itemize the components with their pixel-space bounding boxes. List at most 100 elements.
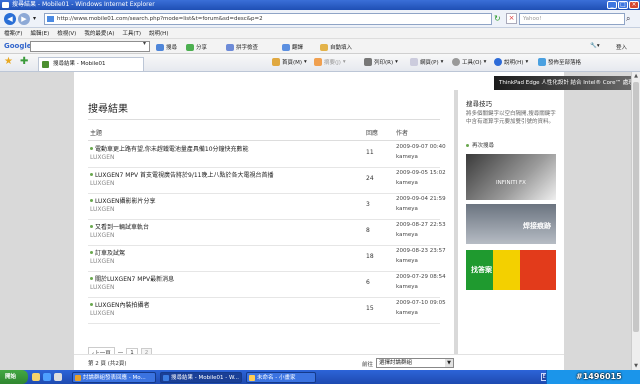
add-favorite-icon[interactable]: ✚ — [20, 56, 28, 68]
topic-link[interactable]: 電動車更上路有望,你未趕鐵電池量產具備10分鐘快充數能 — [95, 144, 249, 153]
printer-icon — [364, 58, 372, 66]
sidebar-heading: 搜尋技巧 — [466, 100, 492, 108]
menu-item[interactable]: 我的最愛(A) — [84, 29, 114, 37]
scrollbar-thumb[interactable] — [633, 82, 639, 332]
divider — [88, 119, 440, 120]
scroll-up-icon[interactable]: ▲ — [632, 72, 640, 80]
topic-link[interactable]: LUXGEN內裝拍攝者 — [95, 300, 149, 309]
tab-label: 搜尋結果 - Mobile01 — [53, 61, 106, 67]
menu-item[interactable]: 檔案(F) — [4, 29, 22, 37]
toolbar-item-label: 自動填入 — [330, 45, 353, 51]
infiniti-ad[interactable]: INFINITI FX — [466, 154, 556, 200]
home-button[interactable]: 首頁(M) ▾ — [272, 58, 307, 66]
recent-pages-chevron-icon[interactable]: ▾ — [33, 15, 36, 22]
back-button[interactable]: ◀ — [4, 13, 16, 25]
topic-link[interactable]: LUXGEN攝影影片分享 — [95, 196, 155, 205]
google-toolbar-item[interactable]: 分享 — [186, 43, 207, 51]
google-search-dropdown-icon[interactable]: ▾ — [143, 40, 146, 47]
toolbar-item-label: 翻譯 — [292, 45, 304, 51]
author-link[interactable]: kameya — [396, 180, 418, 186]
search-input[interactable]: Yahoo! — [519, 13, 625, 25]
forum-select[interactable]: 選擇討論群組 ▼ — [376, 358, 454, 368]
google-toolbar-item[interactable]: 搜尋 — [156, 43, 177, 51]
welding-ad[interactable]: 焊接痕跡 — [466, 204, 556, 244]
minimize-button[interactable]: _ — [607, 1, 617, 9]
stop-button[interactable]: × — [506, 13, 517, 24]
topic-link[interactable]: 訂車及試駕 — [95, 248, 125, 257]
reply-count: 11 — [366, 149, 374, 156]
quicklaunch-desktop-icon[interactable] — [54, 373, 62, 381]
post-date: 2009-07-29 08:54 — [396, 274, 446, 280]
search-icon[interactable]: ⌕ — [626, 14, 636, 24]
qa-ad[interactable]: 找答案 — [466, 250, 556, 290]
topic-link[interactable]: 又看到一輛試車軌台 — [95, 222, 149, 231]
wrench-icon[interactable]: 🔧▾ — [590, 43, 600, 49]
post-date: 2009-08-27 22:53 — [396, 222, 446, 228]
search-again-link[interactable]: 再次搜尋 — [466, 141, 494, 149]
help-menu-button[interactable]: 說明(H) ▾ — [494, 58, 528, 66]
reply-count: 3 — [366, 201, 370, 208]
author-link[interactable]: kameya — [396, 232, 418, 238]
toolbar-item-icon — [320, 43, 328, 51]
google-toolbar-item[interactable]: 翻譯 — [282, 43, 303, 51]
google-toolbar-item[interactable]: 拼字檢查 — [226, 43, 258, 51]
task-label: 未命名 - 小畫家 — [257, 375, 296, 381]
forward-button[interactable]: ▶ — [18, 13, 30, 25]
menu-item[interactable]: 編輯(E) — [30, 29, 49, 37]
favorites-star-icon[interactable]: ★ — [4, 56, 13, 68]
quicklaunch-ie-icon[interactable] — [43, 373, 51, 381]
forum-link[interactable]: LUXGEN — [90, 154, 114, 161]
author-link[interactable]: kameya — [396, 258, 418, 264]
page-count: 第 2 頁 (共2頁) — [88, 361, 127, 367]
search-results-panel: 搜尋結果 主題 回應 作者 電動車更上路有望,你未趕鐵電池量產具備10分鐘快充數… — [74, 90, 454, 370]
vertical-scrollbar[interactable]: ▲ ▼ — [631, 72, 640, 370]
author-link[interactable]: kameya — [396, 284, 418, 290]
topic-link[interactable]: LUXGEN7 MPV 首支電視廣告將於9/11晚上八點於各大電視台首播 — [95, 170, 273, 179]
top-banner-ad[interactable]: ThinkPad Edge 人性化設計 結合 Intel® Core™ 處理器 — [494, 76, 634, 90]
google-toolbar: Google ▾ 搜尋 分享 拼字檢查 翻譯 自動填入 🔧▾ 登入 — [0, 39, 640, 54]
forum-link[interactable]: LUXGEN — [90, 206, 114, 213]
taskbar-task[interactable]: 搜尋結果 - Mobile01 - W... — [160, 372, 242, 383]
tools-menu-button[interactable]: 工具(O) ▾ — [452, 58, 486, 66]
menu-item[interactable]: 說明(H) — [149, 29, 168, 37]
google-signin[interactable]: 登入 — [616, 43, 627, 51]
forum-link[interactable]: LUXGEN — [90, 258, 114, 265]
page-menu-button[interactable]: 網頁(P) ▾ — [410, 58, 443, 66]
close-button[interactable]: × — [629, 1, 639, 9]
bullet-icon — [90, 225, 93, 228]
taskbar-task[interactable]: 未命名 - 小畫家 — [246, 372, 316, 383]
forum-link[interactable]: LUXGEN — [90, 310, 114, 317]
task-icon — [163, 375, 169, 381]
forum-link[interactable]: LUXGEN — [90, 284, 114, 291]
tab-search-results[interactable]: 搜尋結果 - Mobile01 — [38, 57, 144, 71]
window-title: 搜尋結果 - Mobile01 - Windows Internet Explo… — [12, 1, 155, 8]
sidebar: 搜尋技巧 將多個關鍵字以空白隔開,搜尋關鍵字中含有運算字元要加雙引號的資料。 再… — [458, 90, 564, 370]
forum-link[interactable]: LUXGEN — [90, 232, 114, 239]
bottom-bar: 第 2 頁 (共2頁) 前往 選擇討論群組 ▼ — [74, 354, 564, 370]
start-button[interactable]: 開始 — [0, 370, 28, 384]
feeds-button[interactable]: 摘要(J) ▾ — [314, 58, 346, 66]
quicklaunch-folder-icon[interactable] — [32, 373, 40, 381]
menu-item[interactable]: 檢視(V) — [57, 29, 76, 37]
topic-link[interactable]: 關於LUXGEN7 MPV最新消息 — [95, 274, 174, 283]
toolbar-item-icon — [186, 43, 194, 51]
rss-icon — [314, 58, 322, 66]
refresh-icon[interactable]: ↻ — [494, 14, 501, 23]
google-toolbar-item[interactable]: 自動填入 — [320, 43, 352, 51]
address-input[interactable]: http://www.mobile01.com/search.php?mode=… — [44, 13, 492, 25]
blog-post-button[interactable]: 發佈至部落格 — [538, 58, 581, 66]
scroll-down-icon[interactable]: ▼ — [632, 362, 640, 370]
author-link[interactable]: kameya — [396, 310, 418, 316]
menu-item[interactable]: 工具(T) — [122, 29, 141, 37]
author-link[interactable]: kameya — [396, 206, 418, 212]
taskbar-task[interactable]: 討論群組發表回應 - Mo... — [72, 372, 156, 383]
forum-link[interactable]: LUXGEN — [90, 180, 114, 187]
blog-icon — [538, 58, 546, 66]
maximize-button[interactable]: □ — [618, 1, 628, 9]
google-search-input[interactable] — [30, 41, 150, 52]
reply-count: 18 — [366, 253, 374, 260]
task-label: 討論群組發表回應 - Mo... — [83, 375, 146, 381]
author-link[interactable]: kameya — [396, 154, 418, 160]
print-button[interactable]: 列印(R) ▾ — [364, 58, 398, 66]
post-date: 2009-09-04 21:59 — [396, 196, 446, 202]
